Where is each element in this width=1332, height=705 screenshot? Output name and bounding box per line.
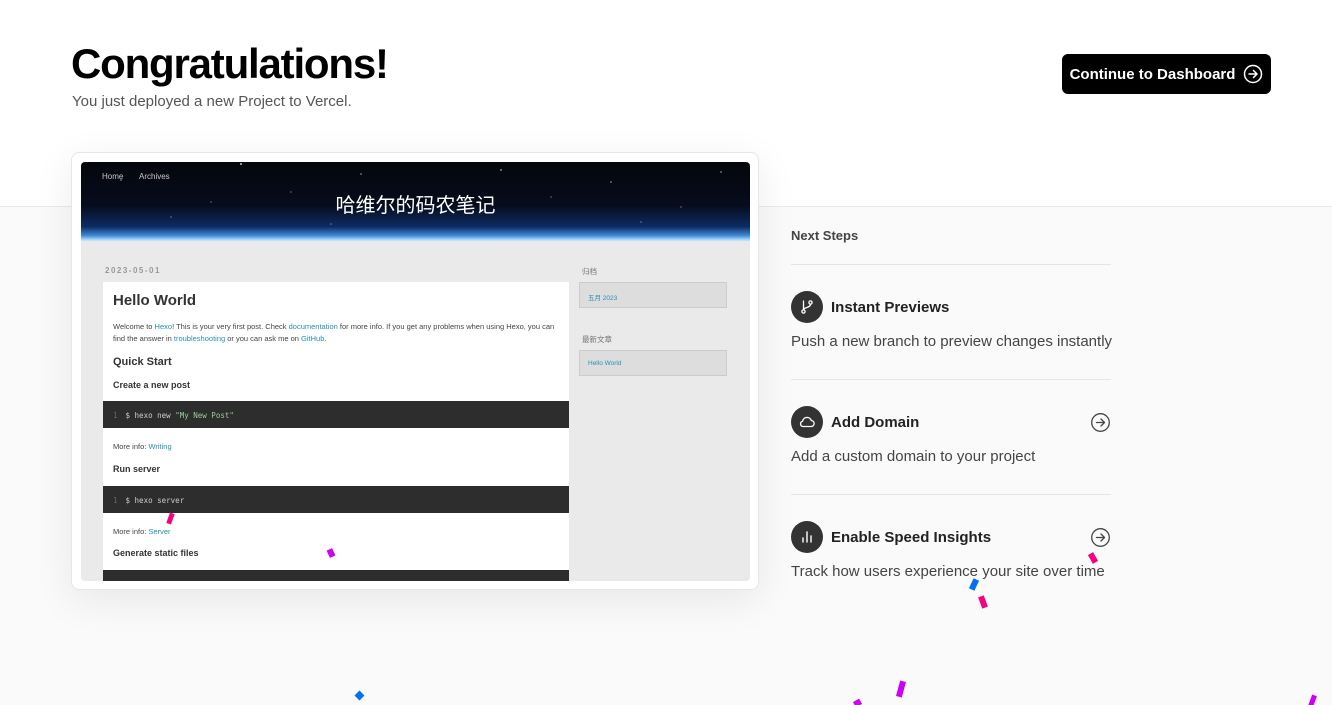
confetti-piece [978,595,988,609]
dashboard-button-label: Continue to Dashboard [1069,65,1236,83]
line-number: 1 [113,411,118,420]
writing-link: Writing [148,442,172,451]
site-banner: Home Archives 哈维尔的码农笔记 [81,162,750,241]
intro-text: . [324,334,327,343]
code-block: 1 $ hexo new "My New Post" [103,401,569,428]
confetti-piece [852,698,863,705]
sidebar-archive-item: 五月 2023 [579,282,727,308]
code-command: $ hexo new [125,411,176,420]
hexo-link: Hexo [154,322,173,331]
post-date: 2023-05-01 [105,266,161,275]
more-info-label: More info: [113,442,149,451]
continue-to-dashboard-button[interactable]: Continue to Dashboard [1062,54,1271,94]
more-info-writing: More info: Writing [113,442,172,451]
page-subtitle: You just deployed a new Project to Verce… [72,93,352,110]
code-string: "My New Post" [175,411,234,420]
create-post-heading: Create a new post [113,380,191,390]
intro-text: ! This is your very first post. Check [172,322,289,331]
site-nav-archives: Archives [139,172,170,181]
arrow-circle-right-icon [1243,64,1263,84]
intro-text: Welcome to [113,322,155,331]
sidebar-recent-item: Hello World [579,350,727,376]
post-article: Hello World Welcome to Hexo! This is you… [103,282,569,581]
code-command: $ hexo server [125,496,185,505]
divider [791,494,1111,495]
confetti-piece [354,690,365,701]
confetti-piece [1308,694,1317,705]
deployment-preview-card[interactable]: Home Archives 哈维尔的码农笔记 2023-05-01 Hello … [71,152,759,590]
line-number: 1 [113,496,118,505]
add-domain-arrow-icon[interactable] [1090,412,1111,433]
git-branch-icon [791,291,823,323]
github-link: GitHub [301,334,325,343]
page-title: Congratulations! [71,40,389,87]
post-intro: Welcome to Hexo! This is your very first… [113,321,559,345]
confetti-piece [968,578,980,591]
cloud-icon [791,406,823,438]
site-title: 哈维尔的码农笔记 [335,193,496,217]
sidebar-recent-heading: 最新文章 [582,335,612,344]
step-desc-instant-previews: Push a new branch to preview changes ins… [791,333,1113,350]
more-info-server: More info: Server [113,527,171,536]
server-link: Server [148,527,171,536]
code-block [103,570,569,581]
site-screenshot: Home Archives 哈维尔的码农笔记 2023-05-01 Hello … [81,162,750,581]
intro-text: or you can ask me on [225,334,302,343]
generate-static-heading: Generate static files [113,548,199,558]
step-title-speed-insights[interactable]: Enable Speed Insights [831,529,991,546]
troubleshooting-link: troubleshooting [173,334,226,343]
site-nav-home: Home [102,172,124,181]
bar-chart-icon [791,521,823,553]
step-desc-speed-insights: Track how users experience your site ove… [791,563,1105,580]
code-block: 1 $ hexo server [103,486,569,513]
step-title-instant-previews: Instant Previews [831,299,950,316]
run-server-heading: Run server [113,464,161,474]
speed-insights-arrow-icon[interactable] [1090,527,1111,548]
divider [791,379,1111,380]
confetti-piece [896,680,906,698]
next-steps-heading: Next Steps [791,228,859,243]
divider [791,264,1111,265]
step-desc-add-domain: Add a custom domain to your project [791,448,1036,465]
sidebar-archive-heading: 归档 [582,267,597,276]
documentation-link: documentation [288,322,338,331]
post-title: Hello World [113,292,197,309]
step-title-add-domain[interactable]: Add Domain [831,414,919,431]
more-info-label: More info: [113,527,149,536]
quick-start-heading: Quick Start [113,356,172,368]
